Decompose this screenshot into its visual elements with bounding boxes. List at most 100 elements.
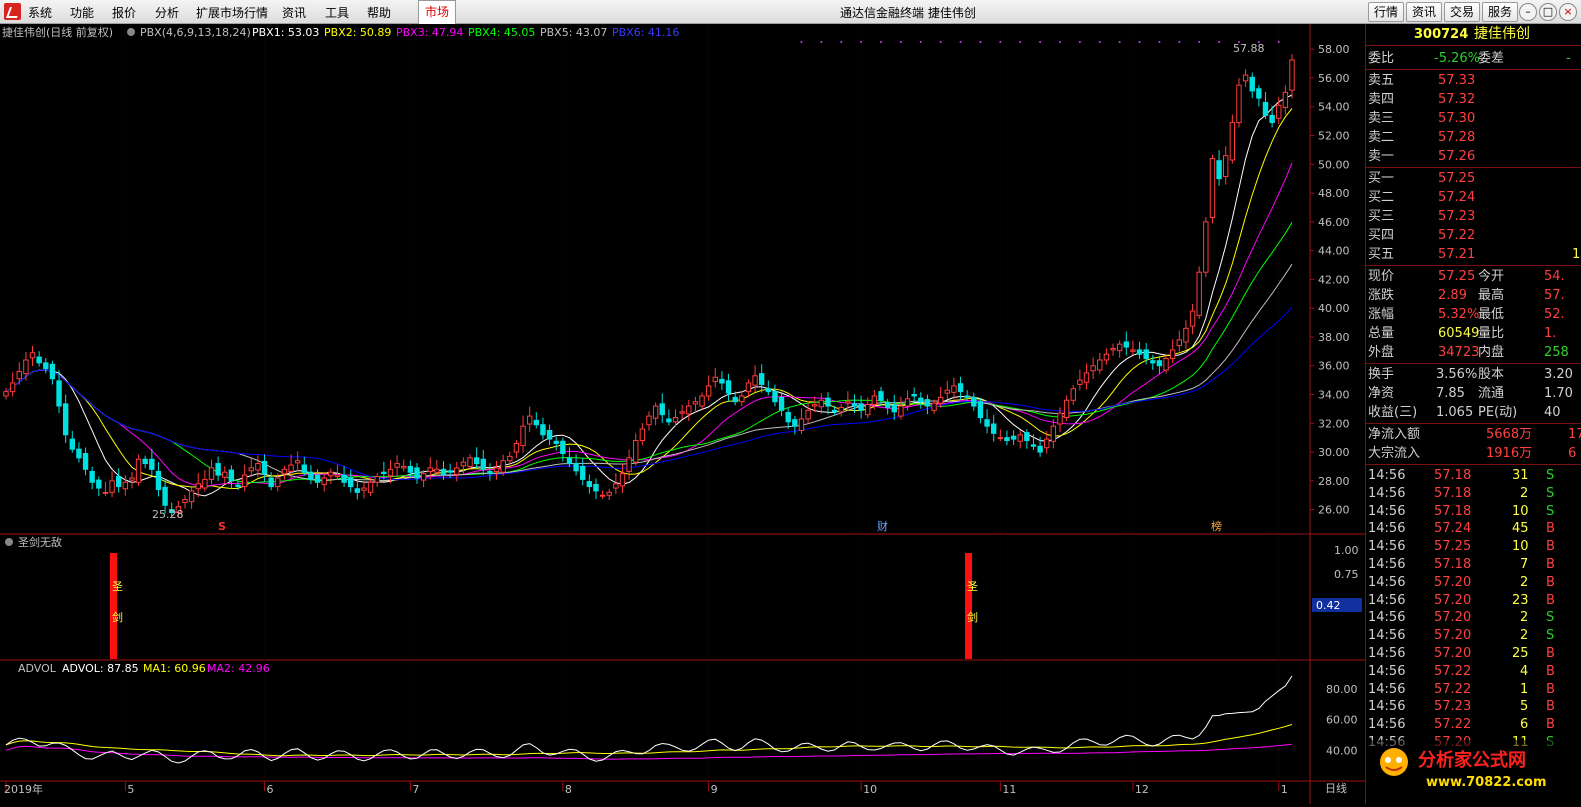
maximize-icon[interactable]: □ bbox=[1539, 3, 1557, 21]
stat-value: 1. bbox=[1544, 326, 1557, 341]
tick-row[interactable]: 14:56 57.20 2 S bbox=[1366, 626, 1581, 644]
stat-label: 总量 bbox=[1368, 326, 1395, 341]
tick-time: 14:56 bbox=[1368, 628, 1406, 644]
tick-time: 14:56 bbox=[1368, 717, 1406, 733]
tick-row[interactable]: 14:56 57.20 23 B bbox=[1366, 591, 1581, 609]
flow-value: 5668万 bbox=[1486, 427, 1533, 442]
stat-value: 57.25 bbox=[1438, 269, 1476, 284]
stat-label: 涨跌 bbox=[1368, 288, 1395, 303]
tick-price: 57.22 bbox=[1434, 663, 1472, 679]
buy-level-label: 买五 bbox=[1368, 247, 1395, 262]
tick-side: S bbox=[1546, 628, 1555, 644]
menu-analysis[interactable]: 分析 bbox=[155, 4, 179, 21]
marker-s[interactable]: S bbox=[218, 520, 226, 533]
buy-level-price: 57.24 bbox=[1438, 190, 1476, 205]
weicha-value: - bbox=[1566, 51, 1571, 66]
sell-level-price: 57.32 bbox=[1438, 92, 1476, 107]
signal-dot bbox=[899, 41, 902, 43]
kline-chart[interactable]: 58.00 56.00 54.00 52.00 50.00 48.00 46.00 44.00… bbox=[0, 24, 1365, 804]
sell-level-label: 卖三 bbox=[1368, 111, 1395, 126]
signal-dot bbox=[820, 41, 823, 43]
tick-time: 14:56 bbox=[1368, 521, 1406, 537]
window-title: 通达信金融终端 捷佳伟创 bbox=[840, 6, 976, 20]
signal-dot bbox=[1019, 41, 1022, 43]
weibi-label: 委比 bbox=[1368, 51, 1395, 66]
tick-row[interactable]: 14:56 57.18 2 S bbox=[1366, 484, 1581, 502]
tick-side: B bbox=[1546, 699, 1555, 715]
service-button[interactable]: 服务 bbox=[1482, 2, 1518, 22]
stat-value: 2.89 bbox=[1438, 288, 1467, 303]
stat-label: 涨幅 bbox=[1368, 307, 1395, 322]
weibi-value: -5.26% bbox=[1434, 51, 1480, 66]
tick-row[interactable]: 14:56 57.20 25 B bbox=[1366, 644, 1581, 662]
candle bbox=[1203, 217, 1209, 277]
tick-price: 57.23 bbox=[1434, 699, 1472, 715]
close-icon[interactable]: × bbox=[1559, 3, 1577, 21]
sell-level-label: 卖二 bbox=[1368, 130, 1395, 145]
y-tick-label: 50.00 bbox=[1318, 158, 1350, 171]
sub2-tick-label: 40.00 bbox=[1326, 744, 1358, 757]
menu-quote[interactable]: 报价 bbox=[112, 4, 136, 21]
tick-row[interactable]: 14:56 57.22 1 B bbox=[1366, 680, 1581, 698]
signal-dot bbox=[880, 41, 883, 43]
signal-dot bbox=[1277, 41, 1280, 43]
tick-volume: 10 bbox=[1512, 503, 1529, 519]
news-button[interactable]: 资讯 bbox=[1406, 2, 1442, 22]
y-tick-label: 32.00 bbox=[1318, 417, 1350, 430]
tick-time: 14:56 bbox=[1368, 610, 1406, 626]
stat-value: 57. bbox=[1544, 288, 1565, 303]
y-tick-label: 40.00 bbox=[1318, 302, 1350, 315]
main-panel-title: 捷佳伟创(日线 前复权) bbox=[2, 25, 113, 39]
tick-row[interactable]: 14:56 57.22 4 B bbox=[1366, 662, 1581, 680]
tick-side: S bbox=[1546, 468, 1555, 483]
trade-button[interactable]: 交易 bbox=[1444, 2, 1480, 22]
market-tab[interactable]: 市场 bbox=[418, 0, 456, 24]
tick-row[interactable]: 14:56 57.18 10 S bbox=[1366, 502, 1581, 520]
flow-label: 大宗流入 bbox=[1368, 446, 1421, 461]
menu-news[interactable]: 资讯 bbox=[282, 4, 306, 21]
tick-side: B bbox=[1546, 574, 1555, 590]
tick-time: 14:56 bbox=[1368, 699, 1406, 715]
sub2-title: ADVOL bbox=[18, 662, 57, 675]
watermark-url: www.70822.com bbox=[1426, 775, 1547, 790]
tick-price: 57.20 bbox=[1434, 610, 1472, 626]
menu-extended-market[interactable]: 扩展市场行情 bbox=[196, 4, 268, 21]
tick-row[interactable]: 14:56 57.24 45 B bbox=[1366, 519, 1581, 537]
tick-row[interactable]: 14:56 57.23 5 B bbox=[1366, 697, 1581, 715]
pbx-value-label: PBX5: 43.07 bbox=[540, 26, 607, 39]
signal-text: 剑 bbox=[967, 610, 978, 624]
marker-rank[interactable]: 榜 bbox=[1211, 519, 1222, 533]
period-label[interactable]: 日线 bbox=[1325, 781, 1347, 795]
pbx-value-label: PBX2: 50.89 bbox=[324, 26, 391, 39]
menu-function[interactable]: 功能 bbox=[70, 4, 94, 21]
minimize-icon[interactable]: – bbox=[1519, 3, 1537, 21]
x-tick-label: 7 bbox=[412, 783, 419, 796]
buy-level-label: 买二 bbox=[1368, 190, 1395, 205]
sell-level-label: 卖一 bbox=[1368, 149, 1395, 164]
sub1-toggle-icon[interactable] bbox=[5, 538, 13, 546]
marker-finance[interactable]: 财 bbox=[877, 519, 888, 533]
tick-row[interactable]: 14:56 57.18 31 S bbox=[1366, 466, 1581, 484]
tick-time: 14:56 bbox=[1368, 592, 1406, 608]
menu-help[interactable]: 帮助 bbox=[367, 4, 391, 21]
quote-button[interactable]: 行情 bbox=[1368, 2, 1404, 22]
tick-time: 14:56 bbox=[1368, 574, 1406, 590]
signal-dot bbox=[1178, 41, 1181, 43]
tick-row[interactable]: 14:56 57.25 10 B bbox=[1366, 537, 1581, 555]
y-tick-label: 44.00 bbox=[1318, 245, 1350, 258]
buy-level-price: 57.21 bbox=[1438, 247, 1476, 262]
signal-dot bbox=[979, 41, 982, 43]
tick-row[interactable]: 14:56 57.18 7 B bbox=[1366, 555, 1581, 573]
menu-system[interactable]: 系统 bbox=[28, 4, 52, 21]
signal-dot bbox=[860, 41, 863, 43]
signal-dot bbox=[999, 41, 1002, 43]
stat-value: 3.56% bbox=[1436, 367, 1478, 382]
sub2-tick-label: 60.00 bbox=[1326, 714, 1358, 727]
tick-row[interactable]: 14:56 57.20 2 S bbox=[1366, 608, 1581, 626]
menu-tools[interactable]: 工具 bbox=[325, 4, 349, 21]
tick-row[interactable]: 14:56 57.20 2 B bbox=[1366, 573, 1581, 591]
tick-row[interactable]: 14:56 57.22 6 B bbox=[1366, 715, 1581, 733]
stat-value: 3.20 bbox=[1544, 367, 1573, 382]
low-price-label: 25.28 bbox=[152, 508, 184, 521]
indicator-toggle-icon[interactable] bbox=[127, 28, 135, 36]
